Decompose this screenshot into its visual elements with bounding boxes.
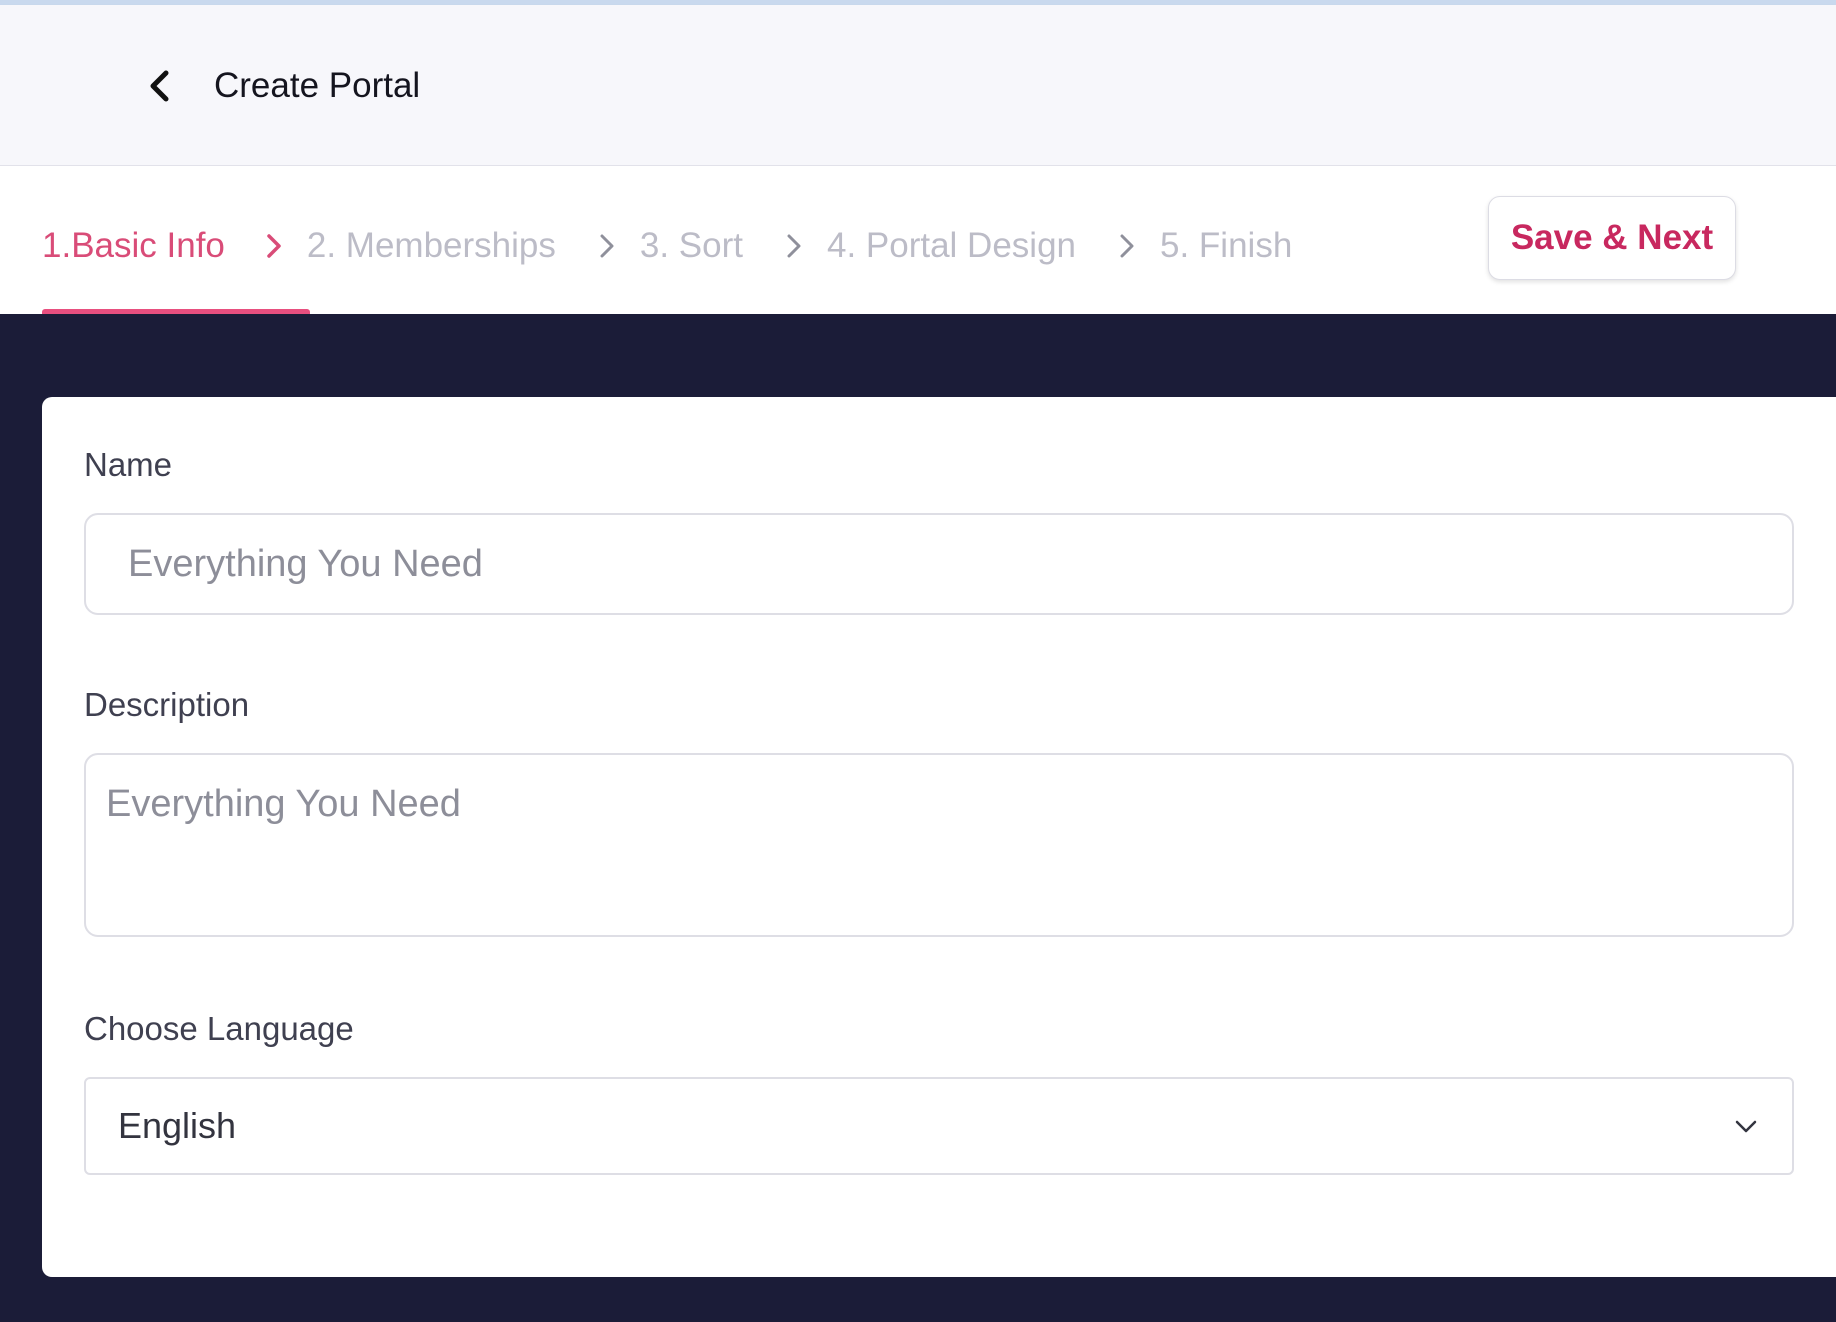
step-separator xyxy=(781,233,807,259)
description-textarea[interactable] xyxy=(84,753,1794,937)
chevron-right-icon xyxy=(1120,234,1134,258)
step-memberships[interactable]: 2. Memberships xyxy=(307,218,556,274)
step-separator xyxy=(594,233,620,259)
active-step-underline xyxy=(42,309,310,314)
chevron-down-icon xyxy=(1735,1120,1757,1133)
step-sort[interactable]: 3. Sort xyxy=(640,218,743,274)
save-next-button[interactable]: Save & Next xyxy=(1488,196,1736,280)
step-basic-info[interactable]: 1.Basic Info xyxy=(42,218,225,274)
step-separator xyxy=(1114,233,1140,259)
step-separator xyxy=(261,233,287,259)
description-label: Description xyxy=(84,686,250,723)
chevron-left-icon xyxy=(150,70,169,102)
page-title: Create Portal xyxy=(214,66,421,105)
steps-bar: 1.Basic Info 2. Memberships 3. Sort 4. P… xyxy=(0,166,1836,314)
chevron-right-icon xyxy=(267,234,281,258)
name-input[interactable] xyxy=(84,513,1794,615)
language-selected-value: English xyxy=(118,1105,237,1146)
chevron-right-icon xyxy=(600,234,614,258)
page-header: Create Portal xyxy=(0,5,1836,166)
back-button[interactable] xyxy=(140,65,182,107)
chevron-right-icon xyxy=(787,234,801,258)
name-label: Name xyxy=(84,446,173,483)
step-portal-design[interactable]: 4. Portal Design xyxy=(827,218,1076,274)
language-label: Choose Language xyxy=(84,1010,354,1047)
basic-info-form: Name Description Choose Language English xyxy=(42,397,1836,1277)
step-navigation: 1.Basic Info 2. Memberships 3. Sort 4. P… xyxy=(42,218,1292,274)
language-select[interactable]: English xyxy=(84,1077,1794,1175)
step-finish[interactable]: 5. Finish xyxy=(1160,218,1292,274)
